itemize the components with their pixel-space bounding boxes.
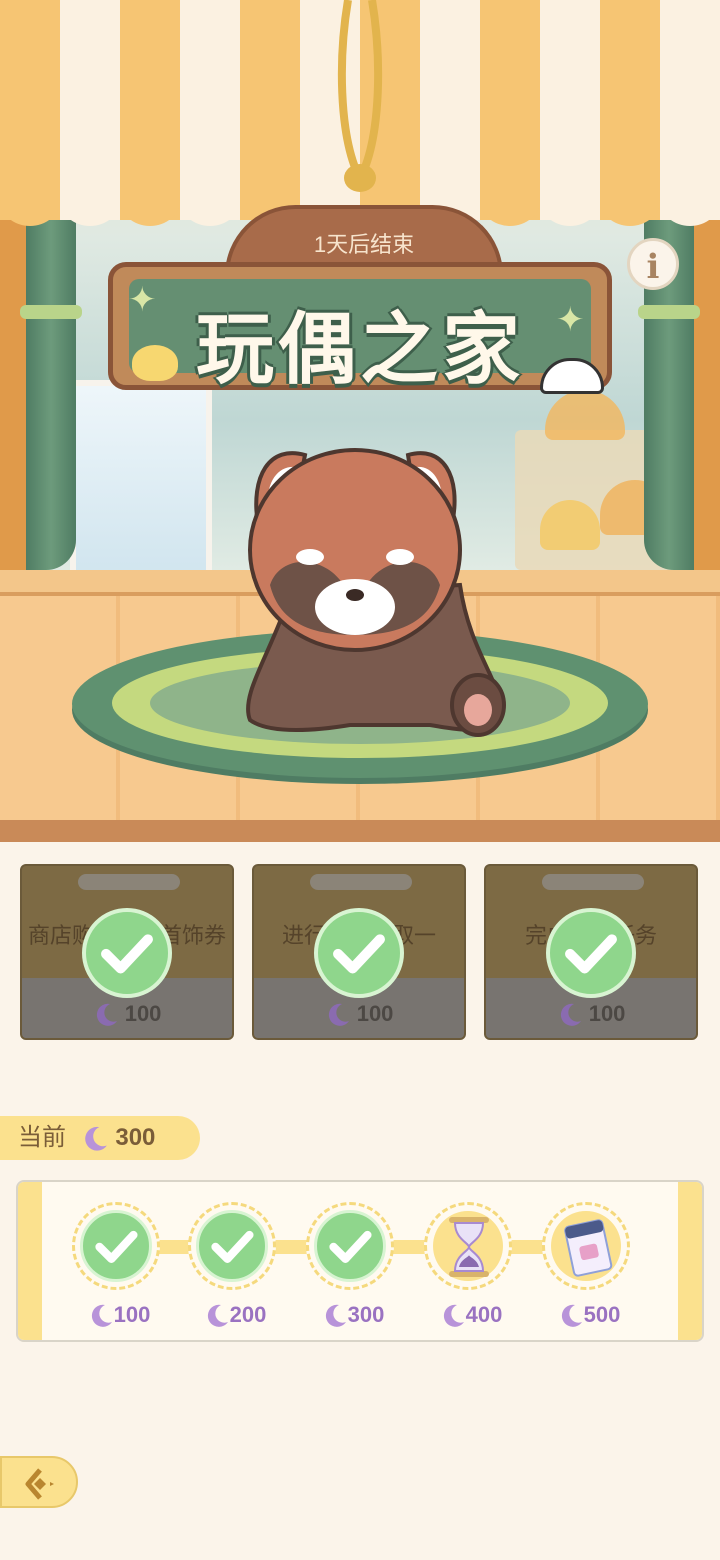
- sparkle-icon: ✦: [128, 281, 157, 319]
- milestone-node[interactable]: [72, 1202, 160, 1290]
- sign-rope: [337, 0, 383, 192]
- completed-check-icon: [546, 908, 636, 998]
- back-arrow-icon: [25, 1468, 54, 1500]
- hourglass-icon: [449, 1217, 489, 1277]
- milestone-value: 500: [534, 1302, 644, 1329]
- milestone-value-text: 200: [229, 1302, 267, 1327]
- completed-check-icon: [314, 908, 404, 998]
- claimed-check-icon: [196, 1210, 268, 1282]
- task-cards: 商店购买高级首饰券 100 进行一次抽取一 100 完成日常任务 100: [20, 864, 700, 1040]
- card-tab: [78, 874, 180, 890]
- card-tab: [310, 874, 412, 890]
- moon-icon: [328, 1003, 349, 1026]
- moon-icon: [84, 1126, 107, 1151]
- claimed-check-icon: [314, 1210, 386, 1282]
- milestone-value-text: 400: [465, 1302, 503, 1327]
- moon-icon: [443, 1304, 464, 1327]
- milestone-node[interactable]: [188, 1202, 276, 1290]
- floor-bottom-edge: [0, 820, 720, 842]
- moon-icon: [91, 1304, 112, 1327]
- task-card[interactable]: 商店购买高级首饰券 100: [20, 864, 234, 1040]
- curtain-left: [26, 210, 76, 570]
- moon-icon: [325, 1304, 346, 1327]
- milestone-value-text: 100: [113, 1302, 151, 1327]
- milestone-node[interactable]: [306, 1202, 394, 1290]
- milestone-value-text: 300: [347, 1302, 385, 1327]
- event-sign: 玩偶之家: [108, 262, 612, 393]
- moon-icon: [561, 1304, 582, 1327]
- card-tab: [542, 874, 644, 890]
- back-button[interactable]: [0, 1456, 78, 1508]
- info-button[interactable]: i: [627, 238, 679, 290]
- milestone-value-text: 500: [583, 1302, 621, 1327]
- milestone-node[interactable]: [542, 1202, 630, 1290]
- hero-scene: 1天后结束 玩偶之家 ✦ ✦ i: [0, 0, 720, 842]
- task-card[interactable]: 完成日常任务 100: [484, 864, 698, 1040]
- red-panda-plush: [246, 448, 506, 737]
- milestone-value: 400: [416, 1302, 526, 1329]
- task-reward-value: 100: [124, 1000, 162, 1026]
- window-decor: [70, 380, 212, 592]
- milestone-value: 100: [64, 1302, 174, 1329]
- current-label: 当前: [18, 1124, 66, 1151]
- milestone-track: 100 200 300 400 500: [16, 1180, 704, 1342]
- task-reward: 100: [254, 1001, 464, 1028]
- curtain-tie: [20, 305, 82, 319]
- milestone-node[interactable]: [424, 1202, 512, 1290]
- track-cap-left: [18, 1182, 42, 1340]
- milestone-value: 200: [180, 1302, 290, 1329]
- task-reward: 100: [22, 1001, 232, 1028]
- sparkle-icon: ✦: [556, 301, 585, 339]
- claimed-check-icon: [80, 1210, 152, 1282]
- current-points: 当前 300: [0, 1116, 200, 1160]
- task-reward-value: 100: [588, 1000, 626, 1026]
- task-card[interactable]: 进行一次抽取一 100: [252, 864, 466, 1040]
- moon-icon: [560, 1003, 581, 1026]
- completed-check-icon: [82, 908, 172, 998]
- moon-icon: [96, 1003, 117, 1026]
- task-reward-value: 100: [356, 1000, 394, 1026]
- chick-icon: [132, 345, 178, 381]
- milestone-value: 300: [298, 1302, 408, 1329]
- event-title: 玩偶之家: [195, 305, 524, 393]
- current-points-value: 300: [115, 1124, 156, 1151]
- task-reward: 100: [486, 1001, 696, 1028]
- moon-icon: [207, 1304, 228, 1327]
- pillar-right: [694, 220, 720, 580]
- track-cap-right: [678, 1182, 702, 1340]
- curtain-tie: [638, 305, 700, 319]
- pillar-left: [0, 220, 26, 580]
- ticket-icon: [564, 1219, 613, 1277]
